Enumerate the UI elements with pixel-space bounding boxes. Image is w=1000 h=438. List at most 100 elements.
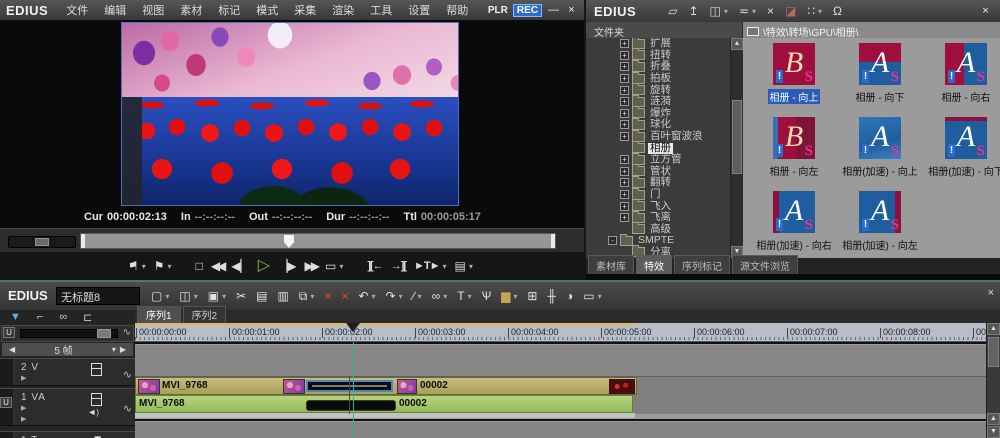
- delete-inout-icon[interactable]: × ▾: [336, 289, 353, 303]
- dropdown-caret-icon[interactable]: ▾: [165, 292, 169, 301]
- set-out-marker-button[interactable]: ⚑ ▾: [150, 255, 176, 277]
- rubber-band-icon[interactable]: ∿: [123, 327, 131, 338]
- menu-item[interactable]: 帮助: [438, 2, 476, 18]
- next-frame-button[interactable]: ▕▶ ▾: [274, 255, 300, 277]
- dropdown-caret-icon[interactable]: ▾: [310, 292, 314, 301]
- video-part-icon[interactable]: [91, 393, 102, 406]
- dropdown-caret-icon[interactable]: ▾: [222, 292, 226, 301]
- expand-toggle-icon[interactable]: +: [620, 74, 629, 84]
- menu-item[interactable]: 设置: [400, 2, 438, 18]
- track-lane-2v[interactable]: [135, 344, 986, 378]
- tree-item[interactable]: + 拍板: [586, 71, 730, 85]
- expand-toggle-icon[interactable]: +: [620, 39, 629, 49]
- menu-item[interactable]: 标记: [210, 2, 248, 18]
- dropdown-caret-icon[interactable]: ▾: [339, 262, 343, 271]
- menu-item[interactable]: 编辑: [96, 2, 134, 18]
- sequence-tab[interactable]: 序列2: [182, 306, 227, 323]
- title-icon[interactable]: T ▾: [452, 289, 476, 303]
- expand-toggle-icon[interactable]: +: [620, 155, 629, 165]
- breadcrumb[interactable]: \特效\转场\GPU\相册\: [743, 22, 1000, 39]
- video-part-icon[interactable]: [91, 363, 102, 376]
- menu-item[interactable]: 模式: [248, 2, 286, 18]
- effect-preview[interactable]: A S: [859, 117, 901, 159]
- expand-icon[interactable]: ▶: [21, 415, 26, 423]
- open-project-icon[interactable]: ◫ ▾: [174, 289, 202, 303]
- dropdown-caret-icon[interactable]: ▾: [372, 292, 376, 301]
- expand-toggle-icon[interactable]: +: [620, 166, 629, 176]
- effect-preview[interactable]: A S: [859, 191, 901, 233]
- paste-icon[interactable]: ▥ ▾: [272, 289, 293, 303]
- voiceover-icon[interactable]: Ѱ ▾: [477, 289, 497, 303]
- effect-item[interactable]: A S 相册(加速) - 向下: [923, 114, 1000, 188]
- ripple-delete-icon[interactable]: × ▾: [319, 289, 336, 303]
- mute-toggle-button[interactable]: U: [0, 397, 12, 408]
- save-project-icon[interactable]: ▣ ▾: [203, 289, 231, 303]
- scrollbar-thumb[interactable]: [988, 337, 999, 367]
- scroll-up-icon[interactable]: ▲: [987, 413, 1000, 425]
- tree-item[interactable]: - SMPTE: [586, 233, 730, 247]
- palette-tab[interactable]: 素材库: [588, 255, 634, 274]
- menu-item[interactable]: 文件: [58, 2, 96, 18]
- effect-preview[interactable]: A S: [945, 43, 987, 85]
- export-button[interactable]: ▤ ▾: [451, 255, 477, 277]
- copy-icon[interactable]: ▤ ▾: [251, 289, 272, 303]
- edit-mode-icon[interactable]: ▼: [10, 311, 21, 323]
- close-icon[interactable]: ×: [988, 287, 994, 299]
- divider-view-icon[interactable]: ≂ ▾: [739, 4, 756, 18]
- position-bar[interactable]: [80, 233, 556, 249]
- audio-clip[interactable]: MVI_9768 00002: [135, 395, 633, 413]
- scroll-up-icon[interactable]: ▲: [987, 323, 1000, 335]
- sync-lock-icon[interactable]: ∞: [59, 311, 67, 323]
- playhead-marker[interactable]: [284, 235, 294, 248]
- minimize-icon[interactable]: —: [547, 4, 560, 17]
- palette-tab[interactable]: 序列标记: [674, 255, 730, 274]
- rec-indicator[interactable]: REC: [512, 3, 542, 17]
- multicam-icon[interactable]: ⊞ ▾: [522, 289, 542, 303]
- delete-icon[interactable]: × ▾: [767, 4, 774, 18]
- set-clip-color-icon[interactable]: ▆ ▾: [496, 289, 522, 303]
- replace-icon[interactable]: ⧉ ▾: [294, 289, 320, 304]
- fast-forward-button[interactable]: ▶▶ ▾: [301, 255, 321, 277]
- tree-item[interactable]: + 百叶窗波浪: [586, 129, 730, 143]
- dropdown-caret-icon[interactable]: ▾: [598, 292, 602, 301]
- dropdown-caret-icon[interactable]: ▾: [142, 262, 146, 271]
- tree-item[interactable]: 高级: [586, 222, 730, 236]
- playhead-triangle[interactable]: [346, 323, 360, 339]
- expand-toggle-icon[interactable]: +: [620, 190, 629, 200]
- scale-left-icon[interactable]: ◀: [7, 345, 17, 354]
- expand-toggle-icon[interactable]: -: [608, 236, 617, 246]
- match-frame-icon[interactable]: ∞ ▾: [427, 289, 453, 303]
- rewind-button[interactable]: ◀◀ ▾: [207, 255, 227, 277]
- track-header-2v[interactable]: 2 V ▶ ∿: [0, 358, 135, 386]
- track-header-1t[interactable]: 1 T T ∿: [0, 431, 135, 438]
- timeline-scrollbar[interactable]: ▲ ▲ ▼: [986, 323, 1000, 438]
- dropdown-caret-icon[interactable]: ▾: [168, 262, 172, 271]
- mixer-icon[interactable]: ╫ ▾: [542, 289, 561, 303]
- properties-icon[interactable]: ◪ ▾: [785, 4, 796, 18]
- dropdown-caret-icon[interactable]: ▾: [399, 292, 403, 301]
- video-clip[interactable]: MVI_9768 00002: [135, 377, 637, 395]
- palette-tab[interactable]: 特效: [636, 255, 672, 274]
- scroll-up-icon[interactable]: ▲: [731, 38, 743, 50]
- dropdown-caret-icon[interactable]: ▾: [468, 292, 472, 301]
- expand-toggle-icon[interactable]: +: [620, 213, 629, 223]
- play-button[interactable]: ▷ ▾: [254, 255, 274, 277]
- effect-item[interactable]: B S 相册 - 向左: [751, 114, 837, 188]
- scale-right-icon[interactable]: ▶: [118, 345, 128, 354]
- dropdown-caret-icon[interactable]: ▾: [724, 7, 728, 16]
- close-icon[interactable]: ×: [565, 4, 578, 17]
- dropdown-caret-icon[interactable]: ▾: [752, 7, 756, 16]
- expand-icon[interactable]: ▶: [21, 404, 26, 412]
- plr-indicator[interactable]: PLR: [488, 5, 508, 16]
- expand-toggle-icon[interactable]: +: [620, 120, 629, 130]
- lock-icon[interactable]: Ω ▾: [833, 4, 842, 18]
- effect-preview[interactable]: A S: [945, 117, 987, 159]
- effect-item[interactable]: A S 相册 - 向下: [837, 40, 923, 114]
- new-folder-icon[interactable]: ◫ ▾: [710, 4, 728, 18]
- expand-toggle-icon[interactable]: +: [620, 50, 629, 60]
- shuttle-handle[interactable]: [35, 238, 49, 246]
- shuttle-slider[interactable]: [8, 236, 76, 248]
- audio-crossfade[interactable]: [306, 400, 396, 411]
- tree-scrollbar[interactable]: ▲ ▼: [730, 38, 743, 258]
- redo-icon[interactable]: ↷ ▾: [381, 289, 408, 303]
